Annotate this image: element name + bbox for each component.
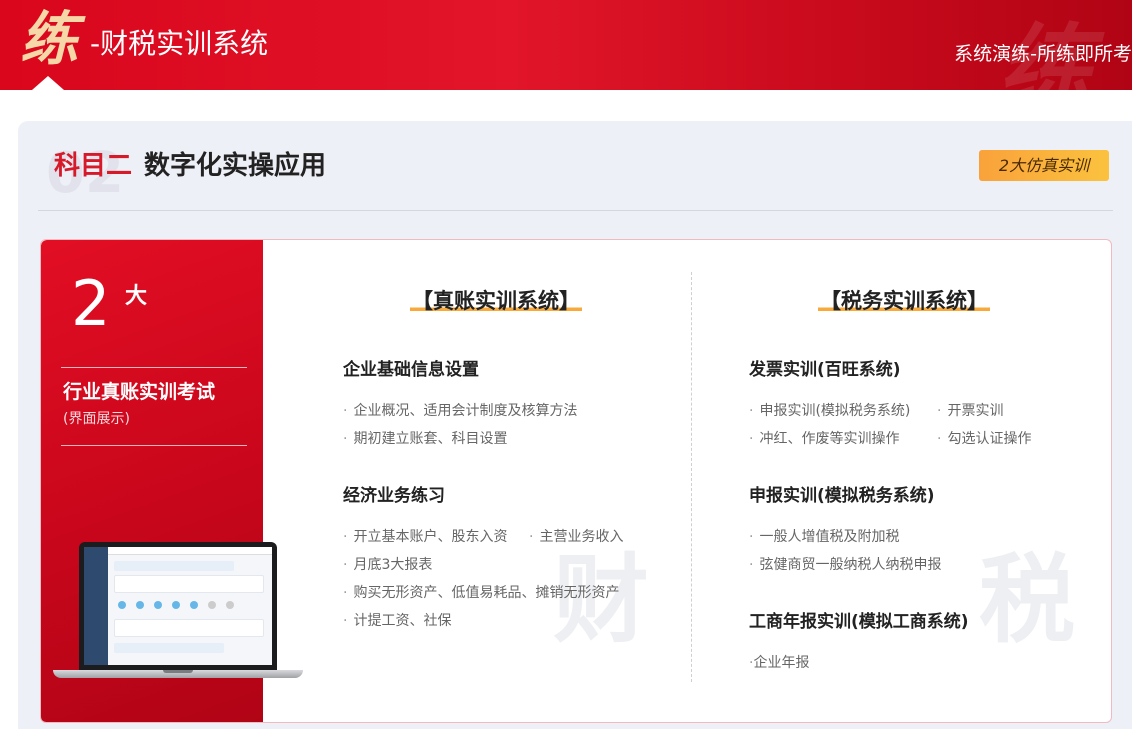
- subject-title: 数字化实操应用: [144, 151, 327, 181]
- highlight-divider-bottom: [61, 445, 247, 446]
- laptop-screen: [79, 542, 277, 670]
- list-item: · 一般人增值税及附加税: [749, 529, 900, 545]
- section-header: 02 科目二 数字化实操应用 2大仿真实训: [18, 121, 1132, 211]
- system-title: 【税务实训系统】: [818, 289, 990, 313]
- highlight-sub-caption: (界面展示): [63, 411, 130, 427]
- list-item: · 开立基本账户、股东入资: [343, 529, 508, 545]
- list-item: · 月底3大报表: [343, 557, 433, 573]
- column-separator: [691, 272, 692, 682]
- highlight-caption: 行业真账实训考试: [63, 381, 216, 403]
- page-title: -财税实训系统: [90, 27, 269, 60]
- list-item: ·企业年报: [749, 655, 810, 671]
- list-item: · 申报实训(模拟税务系统): [749, 403, 911, 419]
- watermark-shui: 税: [979, 544, 1075, 656]
- group-heading: 发票实训(百旺系统): [749, 360, 901, 380]
- highlight-divider-top: [61, 367, 247, 368]
- list-item: · 企业概况、适用会计制度及核算方法: [343, 403, 578, 419]
- system-title: 【真账实训系统】: [410, 289, 582, 313]
- laptop-screenshot-image: [53, 542, 303, 692]
- subject-label: 科目二: [54, 151, 133, 181]
- highlight-number-suffix: 大: [125, 284, 148, 309]
- section-divider: [38, 210, 1113, 211]
- main-panel: 02 科目二 数字化实操应用 2大仿真实训 2 大 行业真账实训考试 (界面展示…: [18, 121, 1132, 729]
- group-heading: 申报实训(模拟税务系统): [749, 486, 935, 506]
- list-item: · 主营业务收入: [529, 529, 624, 545]
- top-banner: 练 练 -财税实训系统 系统演练-所练即所考: [0, 0, 1132, 90]
- system-column-accounting: 财 【真账实训系统】 企业基础信息设置 · 企业概况、适用会计制度及核算方法 · 期…: [303, 240, 689, 722]
- list-item: · 冲红、作废等实训操作: [749, 431, 900, 447]
- brand-logo-mark: 练: [20, 5, 79, 73]
- banner-notch: [32, 76, 64, 90]
- slogan-text: 系统演练-所练即所考: [954, 43, 1132, 65]
- list-item: · 开票实训: [937, 403, 1004, 419]
- list-item: · 购买无形资产、低值易耗品、摊销无形资产: [343, 585, 620, 601]
- systems-card: 2 大 行业真账实训考试 (界面展示) 财 【真账实训系统】 企业基础信息设置 …: [40, 239, 1112, 723]
- list-item: · 计提工资、社保: [343, 613, 452, 629]
- group-heading: 企业基础信息设置: [343, 360, 479, 380]
- highlight-number: 2: [71, 267, 111, 340]
- system-column-tax: 税 【税务实训系统】 发票实训(百旺系统) · 申报实训(模拟税务系统) · 开票实…: [709, 240, 1099, 722]
- list-item: · 弦健商贸一般纳税人纳税申报: [749, 557, 942, 573]
- list-item: · 勾选认证操作: [937, 431, 1032, 447]
- list-item: · 期初建立账套、科目设置: [343, 431, 508, 447]
- feature-tag-badge: 2大仿真实训: [979, 150, 1109, 181]
- group-heading: 工商年报实训(模拟工商系统): [749, 612, 969, 632]
- group-heading: 经济业务练习: [343, 486, 445, 506]
